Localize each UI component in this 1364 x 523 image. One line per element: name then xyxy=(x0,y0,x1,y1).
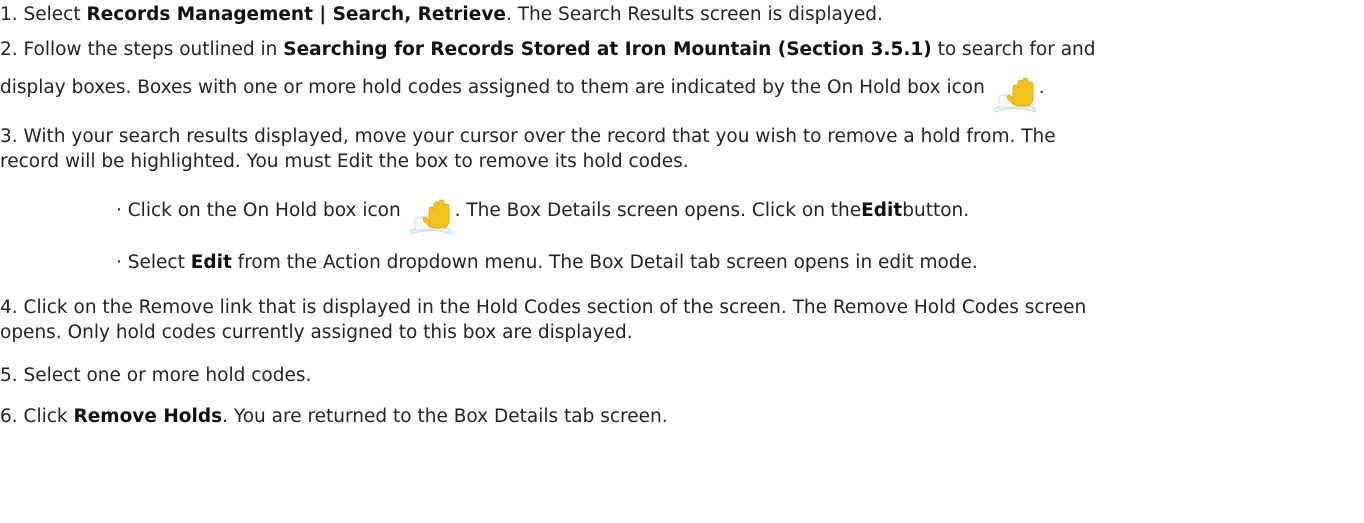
step-6-suffix: . You are returned to the Box Details ta… xyxy=(222,406,668,427)
bullet-2-edit-ref: Edit xyxy=(190,252,232,273)
step-4-line-2: opens. Only hold codes currently assigne… xyxy=(0,322,633,343)
step-6-remove-holds-ref: Remove Holds xyxy=(73,406,223,427)
step-2-prefix: 2. Follow the steps outlined in xyxy=(0,39,284,60)
step-2-line-1: 2. Follow the steps outlined in Searchin… xyxy=(0,38,1096,62)
step-3-bullet-2: · Select Edit from the Action dropdown m… xyxy=(116,251,978,275)
step-1-suffix: . The Search Results screen is displayed… xyxy=(505,4,883,25)
step-4-line-1: 4. Click on the Remove link that is disp… xyxy=(0,297,1087,318)
on-hold-box-icon xyxy=(993,74,1037,114)
step-1-menu-path: Records Management | Search, Retrieve xyxy=(86,4,506,25)
step-6: 6. Click Remove Holds. You are returned … xyxy=(0,405,668,429)
step-3-line-1: 3. With your search results displayed, m… xyxy=(0,126,1056,147)
on-hold-box-icon xyxy=(409,196,453,236)
step-3-line-2: record will be highlighted. You must Edi… xyxy=(0,151,689,172)
bullet-1-edit-button-ref: Edit xyxy=(861,200,903,221)
step-1: 1. Select Records Management | Search, R… xyxy=(0,3,883,27)
bullet-1-prefix: · Click on the On Hold box icon xyxy=(116,200,401,221)
step-1-prefix: 1. Select xyxy=(0,4,87,25)
step-3-bullet-1: · Click on the On Hold box icon . The Bo… xyxy=(116,186,969,236)
bullet-1-suffix: button. xyxy=(902,200,970,221)
step-5: 5. Select one or more hold codes. xyxy=(0,365,312,386)
step-2-suffix: to search for and xyxy=(931,39,1096,60)
step-2-line-2-end: . xyxy=(1038,77,1045,98)
step-2-line-2: display boxes. Boxes with one or more ho… xyxy=(0,62,1045,114)
step-2-section-reference: Searching for Records Stored at Iron Mou… xyxy=(283,39,932,60)
bullet-2-prefix: · Select xyxy=(116,252,191,273)
bullet-1-mid: . The Box Details screen opens. Click on… xyxy=(454,200,862,221)
step-6-prefix: 6. Click xyxy=(0,406,74,427)
step-2-line-2-text: display boxes. Boxes with one or more ho… xyxy=(0,77,985,98)
bullet-2-suffix: from the Action dropdown menu. The Box D… xyxy=(231,252,978,273)
